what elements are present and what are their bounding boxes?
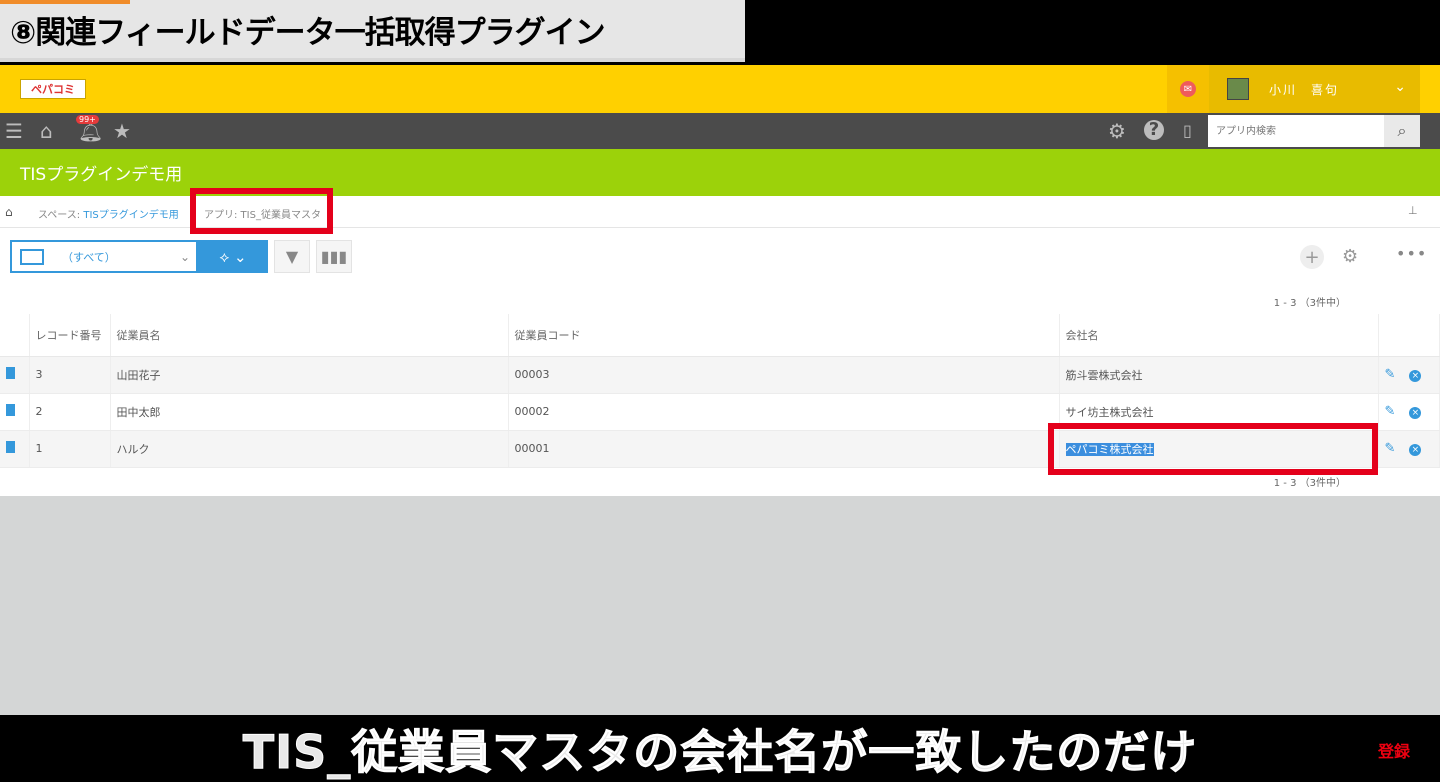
row-actions: ✎ × (1378, 356, 1440, 394)
breadcrumb-space-link[interactable]: TISプラグインデモ用 (83, 210, 178, 221)
pencil-icon[interactable]: ✎ (1385, 441, 1396, 456)
app-search: ⌕ (1208, 115, 1420, 147)
cell-employee-code: 00003 (508, 356, 1060, 394)
home-icon[interactable]: ⌂ (5, 205, 13, 219)
notification-mail-button[interactable]: ✉ (1167, 65, 1209, 113)
add-record-button[interactable]: + (1300, 245, 1324, 269)
cell-employee-code: 00002 (508, 393, 1060, 431)
view-selected-label: （すべて） (62, 250, 116, 264)
bar-chart-icon: ▮▮▮ (320, 247, 348, 266)
plus-icon: + (1304, 246, 1320, 268)
search-input[interactable] (1208, 116, 1384, 146)
table-row: 3 山田花子 00003 筋斗雲株式会社 ✎ × (0, 356, 1440, 394)
search-icon: ⌕ (1397, 121, 1407, 140)
cell-employee-code: 00001 (508, 430, 1060, 468)
delete-icon[interactable]: × (1409, 444, 1422, 456)
app-settings-button[interactable]: ⚙ (1342, 246, 1358, 267)
document-icon (6, 367, 15, 379)
logo[interactable]: ペパコミ (20, 79, 86, 99)
user-menu[interactable]: 小川 喜句 ⌄ (1209, 65, 1420, 113)
global-toolbar: ☰ ⌂ 🔔︎ 99+ ★ ⚙ ? ▯ ⌕ (0, 113, 1440, 149)
pencil-icon[interactable]: ✎ (1385, 367, 1396, 382)
record-detail-link[interactable] (0, 356, 30, 394)
delete-icon[interactable]: × (1409, 370, 1422, 382)
cell-record-no: 2 (29, 393, 111, 431)
envelope-icon: ✉ (1180, 81, 1196, 97)
avatar (1227, 78, 1249, 100)
graph-menu-button[interactable]: ⟡ ⌄ (198, 240, 268, 273)
record-detail-link[interactable] (0, 393, 30, 431)
view-selector[interactable]: （すべて） ⌄ (10, 240, 198, 273)
pager-bottom: 1 - 3 （3件中） (1273, 478, 1346, 489)
highlight-app-breadcrumb (190, 188, 333, 234)
video-subtitle: TIS_従業員マスタの会社名が一致したのだけ (0, 715, 1440, 782)
filter-icon: ▼ (285, 247, 299, 266)
row-actions: ✎ × (1378, 393, 1440, 431)
register-badge: 登録 (1378, 742, 1411, 761)
space-title: TISプラグインデモ用 (20, 165, 183, 185)
document-icon (6, 404, 15, 416)
header-employee-code[interactable]: 従業員コード (508, 314, 1060, 357)
cell-record-no: 3 (29, 356, 111, 394)
cell-employee-name: 田中太郎 (110, 393, 509, 431)
cell-employee-name: 山田花子 (110, 356, 509, 394)
filter-button[interactable]: ▼ (274, 240, 310, 273)
header-record-no[interactable]: レコード番号 (29, 314, 111, 357)
record-detail-link[interactable] (0, 430, 30, 468)
more-options-button[interactable]: ••• (1396, 244, 1427, 263)
gear-icon[interactable]: ⚙ (1108, 119, 1126, 143)
global-header: ペパコミ ✉ 小川 喜句 ⌄ (0, 65, 1440, 113)
chevron-down-icon: ⌄ (179, 249, 190, 264)
header-detail-col (0, 314, 30, 357)
pager-top: 1 - 3 （3件中） (1273, 298, 1346, 309)
user-name: 小川 喜句 (1269, 82, 1340, 97)
highlight-company-cell (1048, 423, 1378, 475)
table-view-icon (20, 248, 44, 265)
row-actions: ✎ × (1378, 430, 1440, 468)
help-icon[interactable]: ? (1144, 120, 1164, 140)
menu-icon[interactable]: ☰ (5, 119, 23, 143)
video-title-banner: ⑧関連フィールドデータ一括取得プラグイン (0, 0, 745, 62)
cell-employee-name: ハルク (110, 430, 509, 468)
header-actions-col (1378, 314, 1440, 357)
subtitle-text: TIS_従業員マスタの会社名が一致したのだけ (242, 724, 1198, 779)
pin-icon[interactable]: ⊥ (1408, 204, 1418, 217)
home-icon[interactable]: ⌂ (40, 119, 53, 143)
document-icon (6, 441, 15, 453)
chart-button[interactable]: ▮▮▮ (316, 240, 352, 273)
notification-count-badge: 99+ (76, 115, 99, 124)
header-company-name[interactable]: 会社名 (1059, 314, 1379, 357)
kintone-app: ペパコミ ✉ 小川 喜句 ⌄ ☰ ⌂ 🔔︎ 99+ ★ ⚙ ? ▯ ⌕ TISプ… (0, 65, 1440, 715)
cell-company-name: 筋斗雲株式会社 (1059, 356, 1379, 394)
gear-icon: ⚙ (1342, 246, 1359, 267)
star-icon[interactable]: ★ (113, 119, 131, 143)
video-title: ⑧関連フィールドデータ一括取得プラグイン (10, 14, 606, 51)
table-header-row: レコード番号 従業員名 従業員コード 会社名 (0, 314, 1440, 357)
cell-record-no: 1 (29, 430, 111, 468)
header-employee-name[interactable]: 従業員名 (110, 314, 509, 357)
pencil-icon[interactable]: ✎ (1385, 404, 1396, 419)
graph-icon: ⟡ ⌄ (219, 247, 247, 266)
ellipsis-icon: ••• (1396, 244, 1428, 263)
delete-icon[interactable]: × (1409, 407, 1422, 419)
search-button[interactable]: ⌕ (1384, 115, 1420, 147)
breadcrumb-space-prefix: スペース: (38, 210, 84, 221)
chevron-down-icon: ⌄ (1394, 79, 1406, 95)
mobile-icon[interactable]: ▯ (1183, 121, 1192, 140)
breadcrumb-space[interactable]: スペース: TISプラグインデモ用 (38, 206, 179, 221)
